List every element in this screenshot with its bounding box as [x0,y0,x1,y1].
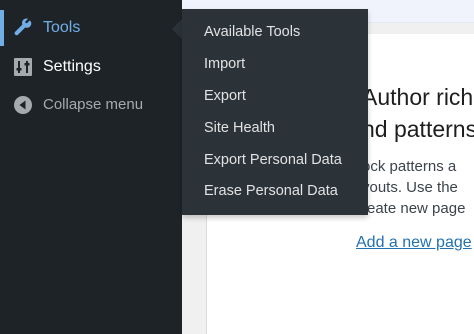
card-heading-line-2: nd patterns [362,116,474,142]
sidebar-item-label: Tools [43,19,81,36]
sidebar-item-label: Collapse menu [43,96,144,113]
sidebar-item-tools[interactable]: Tools [0,10,182,46]
add-new-page-link[interactable]: Add a new page [356,234,472,252]
submenu-item-export-personal-data[interactable]: Export Personal Data [204,151,342,169]
settings-sliders-icon [12,56,34,78]
submenu-item-site-health[interactable]: Site Health [204,119,275,137]
current-indicator [0,10,4,46]
collapse-menu-button[interactable]: Collapse menu [0,87,182,123]
submenu-item-erase-personal-data[interactable]: Erase Personal Data [204,182,338,200]
card-heading-line-1: Author rich c [362,84,474,110]
submenu-item-import[interactable]: Import [204,55,245,73]
card-text-line-3: reate new page [362,200,466,217]
wrench-icon [12,17,34,39]
collapse-arrow-icon [12,94,34,116]
submenu-item-export[interactable]: Export [204,87,246,105]
tools-submenu: Available Tools Import Export Site Healt… [182,9,368,215]
flyout-pointer [172,19,182,39]
sidebar-item-label: Settings [43,58,101,75]
submenu-item-available-tools[interactable]: Available Tools [204,23,300,41]
card-text-line-1: ock patterns a [362,158,457,175]
sidebar-item-settings[interactable]: Settings [0,49,182,85]
admin-sidebar: Tools Settings Collapse menu [0,0,182,334]
card-text-line-2: youts. Use the [362,179,458,196]
